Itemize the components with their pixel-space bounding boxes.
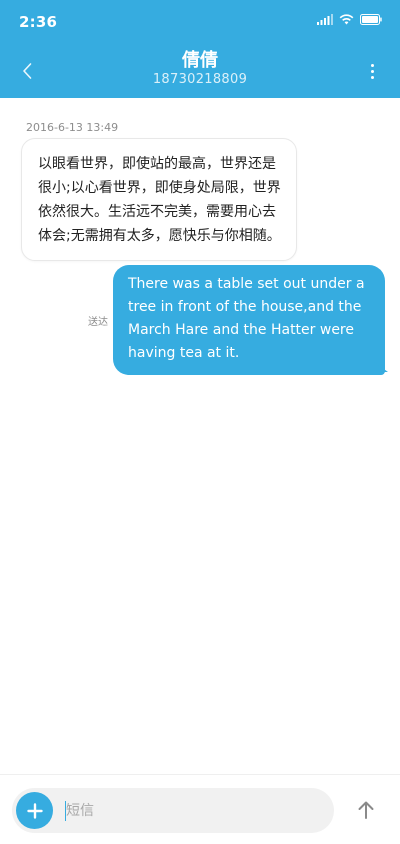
contact-number: 18730218809 — [152, 72, 248, 87]
plus-icon — [26, 802, 43, 819]
wifi-icon — [339, 14, 354, 25]
composer-bar — [0, 774, 400, 844]
delivery-status: 送达 — [88, 317, 108, 328]
incoming-message-bubble[interactable]: 以眼看世界，即使站的最高，世界还是很小;以心看世界，即使身处局限，世界依然很大。… — [21, 138, 297, 261]
send-button[interactable] — [352, 796, 380, 824]
bubble-tail — [374, 362, 388, 372]
title-bar: 倩倩 18730218809 — [0, 44, 400, 98]
sms-conversation-screen: 2:36 倩倩 18730218809 2016-6-13 13:49 以眼看世… — [0, 0, 400, 844]
signal-icon — [317, 14, 333, 25]
outgoing-message-text: There was a table set out under a tree i… — [128, 276, 365, 361]
app-header: 2:36 倩倩 18730218809 — [0, 0, 400, 98]
contact-name: 倩倩 — [182, 50, 218, 71]
more-options-button[interactable] — [360, 56, 384, 86]
outgoing-message-bubble[interactable]: There was a table set out under a tree i… — [113, 265, 385, 375]
back-icon — [23, 63, 32, 79]
status-icons — [317, 14, 382, 25]
add-attachment-button[interactable] — [16, 792, 53, 829]
sms-input[interactable] — [66, 799, 316, 823]
status-time: 2:36 — [19, 13, 58, 31]
back-button[interactable] — [12, 56, 42, 86]
status-bar: 2:36 — [0, 0, 400, 44]
composer-field-container — [12, 788, 334, 833]
message-timestamp: 2016-6-13 13:49 — [26, 121, 119, 134]
arrow-up-icon — [358, 801, 374, 819]
battery-icon — [360, 14, 382, 25]
contact-title: 倩倩 18730218809 — [100, 50, 300, 88]
incoming-message-text: 以眼看世界，即使站的最高，世界还是很小;以心看世界，即使身处局限，世界依然很大。… — [38, 156, 281, 244]
more-vertical-icon — [370, 63, 374, 67]
